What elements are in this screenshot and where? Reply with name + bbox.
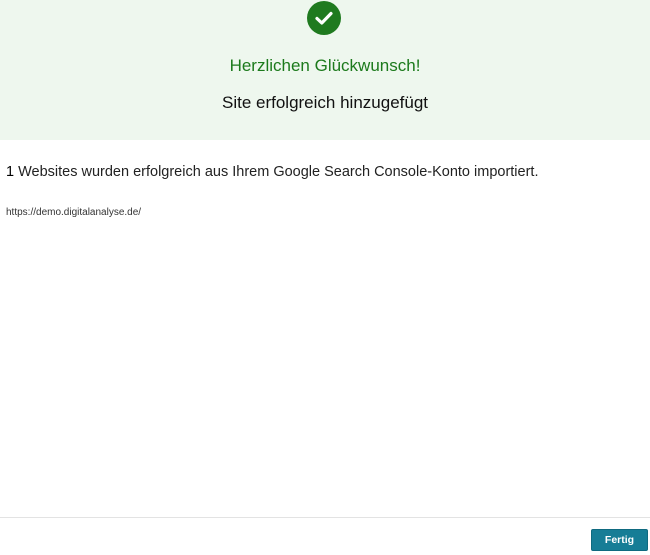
- dialog: Herzlichen Glückwunsch! Site erfolgreich…: [0, 0, 650, 555]
- site-url: https://demo.digitalanalyse.de/: [6, 207, 142, 218]
- success-subtitle: Site erfolgreich hinzugefügt: [221, 93, 429, 112]
- congratulations-heading: Herzlichen Glückwunsch!: [229, 56, 421, 75]
- import-count: 1: [6, 164, 15, 180]
- import-message-text: Websites wurden erfolgreich aus Ihrem Go…: [14, 164, 539, 180]
- done-button[interactable]: Fertig: [591, 529, 648, 551]
- success-banner: Herzlichen Glückwunsch! Site erfolgreich…: [0, 0, 650, 140]
- import-message: 1 Websites wurden erfolgreich aus Ihrem …: [6, 164, 538, 180]
- check-circle-icon: [307, 1, 341, 35]
- footer-divider: [0, 517, 650, 518]
